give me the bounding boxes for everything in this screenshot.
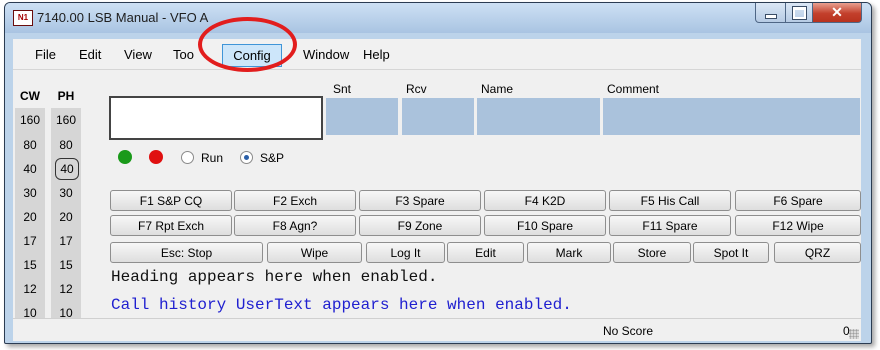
cw-band-40[interactable]: 40: [15, 162, 45, 176]
f10-button[interactable]: F10 Spare: [484, 215, 606, 236]
highlight-circle-annotation: [198, 17, 297, 72]
comment-field[interactable]: [603, 98, 860, 135]
ph-band-15[interactable]: 15: [51, 258, 81, 272]
logging-panel: CW PH 160 80 40 30 20 17 15 12 10 160 80…: [13, 70, 861, 341]
minimize-icon: [765, 13, 777, 19]
ph-band-80[interactable]: 80: [51, 138, 81, 152]
qrz-button[interactable]: QRZ: [774, 242, 861, 263]
snt-field[interactable]: [326, 98, 398, 135]
wipe-button[interactable]: Wipe: [267, 242, 362, 263]
spot-it-button[interactable]: Spot It: [693, 242, 769, 263]
ph-header: PH: [57, 89, 75, 103]
cw-band-20[interactable]: 20: [15, 210, 45, 224]
f3-button[interactable]: F3 Spare: [359, 190, 481, 211]
call-entry-field[interactable]: [109, 96, 323, 140]
close-button[interactable]: ✕: [812, 3, 862, 23]
score-text: No Score: [603, 324, 654, 338]
cw-band-12[interactable]: 12: [15, 282, 45, 296]
sp-label: S&P: [260, 151, 285, 165]
menu-file[interactable]: File: [35, 47, 56, 62]
f6-button[interactable]: F6 Spare: [735, 190, 861, 211]
cw-band-80[interactable]: 80: [15, 138, 45, 152]
menu-bar: File Edit View Too Window Help: [13, 39, 861, 70]
red-status-led: [149, 150, 163, 164]
rcv-field[interactable]: [402, 98, 474, 135]
ph-band-160[interactable]: 160: [51, 113, 81, 127]
ph-band-30[interactable]: 30: [51, 186, 81, 200]
sp-radio-selected-dot: [244, 155, 249, 160]
ph-band-20[interactable]: 20: [51, 210, 81, 224]
app-logo-icon: N1: [13, 10, 33, 26]
menu-help[interactable]: Help: [363, 47, 390, 62]
cw-band-15[interactable]: 15: [15, 258, 45, 272]
run-radio[interactable]: [181, 151, 194, 164]
menu-window[interactable]: Window: [303, 47, 349, 62]
log-it-button[interactable]: Log It: [366, 242, 445, 263]
close-icon: ✕: [831, 4, 843, 20]
cw-band-160[interactable]: 160: [15, 113, 45, 127]
f12-button[interactable]: F12 Wipe: [735, 215, 861, 236]
f1-button[interactable]: F1 S&P CQ: [110, 190, 232, 211]
f7-button[interactable]: F7 Rpt Exch: [110, 215, 232, 236]
maximize-button[interactable]: [785, 3, 814, 23]
cw-header: CW: [20, 89, 40, 103]
menu-edit[interactable]: Edit: [79, 47, 101, 62]
f11-button[interactable]: F11 Spare: [609, 215, 731, 236]
minimize-button[interactable]: [755, 3, 787, 23]
sp-radio[interactable]: [240, 151, 253, 164]
resize-grip-icon[interactable]: [849, 329, 859, 339]
f9-button[interactable]: F9 Zone: [359, 215, 481, 236]
call-history-text: Call history UserText appears here when …: [111, 296, 572, 314]
esc-stop-button[interactable]: Esc: Stop: [110, 242, 263, 263]
run-label: Run: [201, 151, 224, 165]
heading-info-text: Heading appears here when enabled.: [111, 268, 438, 286]
f8-button[interactable]: F8 Agn?: [234, 215, 356, 236]
name-label: Name: [481, 82, 514, 96]
ph-band-17[interactable]: 17: [51, 234, 81, 248]
edit-button[interactable]: Edit: [447, 242, 524, 263]
main-window: N1 7140.00 LSB Manual - VFO A ✕ File Edi…: [4, 2, 872, 344]
store-button[interactable]: Store: [613, 242, 691, 263]
menu-tools[interactable]: Too: [173, 47, 194, 62]
f2-button[interactable]: F2 Exch: [234, 190, 356, 211]
f5-button[interactable]: F5 His Call: [609, 190, 731, 211]
cw-band-17[interactable]: 17: [15, 234, 45, 248]
f4-button[interactable]: F4 K2D: [484, 190, 606, 211]
ph-band-12[interactable]: 12: [51, 282, 81, 296]
comment-label: Comment: [607, 82, 660, 96]
mark-button[interactable]: Mark: [527, 242, 611, 263]
name-field[interactable]: [477, 98, 600, 135]
window-title: 7140.00 LSB Manual - VFO A: [37, 10, 209, 25]
cw-band-30[interactable]: 30: [15, 186, 45, 200]
menu-view[interactable]: View: [124, 47, 152, 62]
maximize-icon: [792, 5, 807, 20]
title-bar[interactable]: N1 7140.00 LSB Manual - VFO A ✕: [5, 3, 871, 33]
rcv-label: Rcv: [406, 82, 427, 96]
ph-band-40-selected[interactable]: 40: [55, 158, 79, 180]
status-bar: No Score 0: [13, 318, 861, 341]
green-status-led: [118, 150, 132, 164]
snt-label: Snt: [333, 82, 352, 96]
